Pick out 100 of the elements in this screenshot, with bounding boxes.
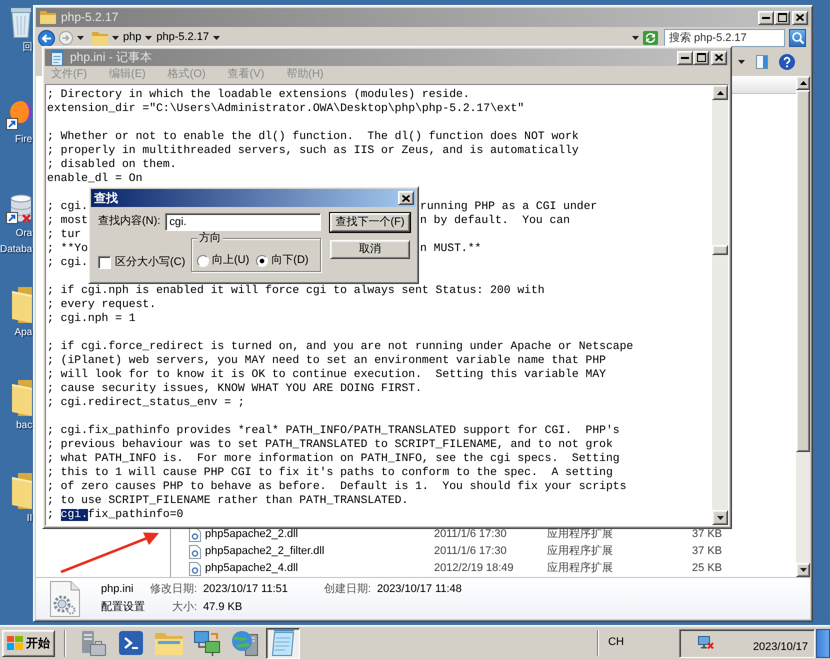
close-button[interactable] (711, 50, 727, 64)
text-line: ; (iPlanet) web servers, you MAY need to set an environment variable name that PHP (47, 355, 606, 367)
text-line: ; cgi. (47, 200, 88, 214)
dialog-title: 查找 (94, 190, 118, 206)
text-line: ; tur (47, 228, 82, 242)
checkbox[interactable] (98, 256, 111, 269)
find-field[interactable]: cgi. (165, 213, 321, 231)
desktop-icon-label: Databa (0, 243, 32, 256)
globe-server-icon (232, 630, 258, 656)
preview-pane-icon[interactable] (756, 54, 768, 68)
text-line: ; if cgi.force_redirect is turned on, and you are not running under Apache or Netscape (47, 341, 634, 353)
minimize-icon (762, 16, 770, 18)
scroll-down-button[interactable] (712, 510, 728, 525)
text-line: ; cgi. (47, 256, 88, 270)
radio-label[interactable]: 向上(U) (212, 254, 250, 268)
text-line: ; if cgi.nph is enabled it will force cgi to always sent Status: 200 with (47, 285, 545, 297)
group-label: 方向 (197, 231, 223, 245)
caret-icon[interactable] (112, 36, 119, 40)
file-date: 2011/1/6 17:30 (434, 528, 508, 542)
detail-value: 47.9 KB (202, 600, 244, 614)
help-icon[interactable] (779, 54, 795, 70)
file-name: php.ini (101, 583, 134, 596)
radio-button[interactable] (197, 254, 209, 266)
detail-value: 2023/10/17 11:51 (202, 583, 288, 596)
terminal-icon (119, 631, 143, 655)
file-type: 应用程序扩展 (547, 562, 614, 576)
desktop-icon-label: Ora (16, 227, 32, 240)
clock-date: 2023/10/17 (752, 641, 808, 654)
text-line: ; cgi.redirect_status_env = ; (47, 397, 245, 409)
language-indicator[interactable]: CH (608, 636, 624, 650)
database-shortcut-icon[interactable] (6, 194, 32, 224)
desktop-icon-label: Apa (14, 326, 32, 339)
network-icon[interactable] (698, 636, 714, 650)
caret-icon[interactable] (738, 60, 745, 64)
close-icon (715, 54, 723, 61)
text-line: ; this to 1 will cause PHP CGI to fix it's paths to conform to the spec. A setting (47, 467, 613, 479)
close-button[interactable] (398, 191, 414, 205)
text-line: extension_dir ="C:\Users\Administrator.OWA\Desktop\php\php-5.2.17\ext" (47, 103, 524, 115)
file-name[interactable]: php5apache2_2_filter.dll (205, 544, 434, 558)
caret-icon[interactable] (145, 36, 152, 40)
file-size: 37 KB (692, 544, 722, 558)
show-desktop-button[interactable] (816, 628, 830, 658)
text-line: ; to use SCRIPT_FILENAME rather than PATH_TRANSLATED. (47, 495, 408, 507)
notepad-icon (271, 630, 295, 656)
back-icon[interactable] (38, 30, 55, 46)
taskbar-button[interactable] (266, 628, 300, 658)
folder-icon[interactable] (12, 473, 32, 509)
scroll-up-button[interactable] (796, 76, 810, 90)
breadcrumb-item[interactable]: php-5.2.17 (156, 31, 209, 45)
text-line: ; cgi.fix_pathinfo=0 (47, 509, 184, 521)
up-arrow-icon (800, 81, 806, 85)
radio-label[interactable]: 向下(D) (271, 254, 309, 268)
text-line: n MUST.** (420, 242, 482, 256)
maximize-icon (778, 13, 786, 22)
desktop-icon-label: 回 (22, 41, 32, 54)
file-size: 25 KB (692, 562, 722, 576)
server-manager-icon (80, 630, 106, 656)
text-line: ; most (47, 214, 88, 228)
caret-icon[interactable] (212, 36, 220, 40)
desktop-icon-label: II (26, 512, 32, 525)
checkbox-label[interactable]: 区分大小写(C) (115, 256, 186, 269)
folder-icon (155, 631, 183, 655)
maximize-button[interactable] (693, 50, 709, 64)
text-line: ; what PATH_INFO is. For more information on PATH_INFO, see the cgi specs. Setting (47, 453, 620, 465)
cancel-button[interactable]: 取消 (330, 240, 410, 259)
minimize-button[interactable] (677, 50, 693, 64)
scrollbar-thumb[interactable] (712, 245, 728, 255)
close-icon (796, 14, 804, 21)
maximize-button[interactable] (774, 10, 790, 24)
recycle-bin-icon[interactable] (10, 8, 32, 38)
find-next-button[interactable]: 查找下一个(F) (330, 213, 410, 232)
browser-shortcut-icon[interactable] (6, 101, 32, 130)
down-arrow-icon (716, 516, 724, 520)
text-line: ; Directory in which the loadable extensions (modules) reside. (47, 89, 470, 101)
minimize-button[interactable] (758, 10, 774, 24)
caret-icon[interactable] (632, 36, 639, 40)
close-button[interactable] (792, 10, 808, 24)
file-date: 2012/2/19 18:49 (434, 562, 515, 576)
scrollbar-thumb[interactable] (796, 90, 810, 452)
caret-icon[interactable] (77, 36, 84, 40)
text-line: ; previous behaviour was to set PATH_TRANSLATED to SCRIPT_FILENAME, and to not grok (47, 439, 613, 451)
search-icon (792, 32, 804, 44)
radio-button[interactable] (256, 254, 268, 266)
refresh-icon[interactable] (643, 31, 658, 45)
text-line: ; **Yo (47, 242, 88, 256)
text-line: ; cgi.fix_pathinfo provides *real* PATH_INFO/PATH_TRANSLATED support for CGI. PHP's (47, 425, 620, 437)
scroll-up-button[interactable] (712, 85, 728, 100)
folder-icon[interactable] (12, 287, 32, 323)
breadcrumb-item[interactable]: php (123, 31, 142, 45)
file-name[interactable]: php5apache2_2.dll (205, 528, 434, 542)
file-name[interactable]: php5apache2_4.dll (205, 562, 434, 576)
folder-icon (40, 11, 56, 24)
start-button[interactable]: 开始 (2, 630, 55, 656)
search-field[interactable]: 搜索 php-5.2.17 (664, 29, 785, 47)
search-button[interactable] (789, 29, 806, 47)
desktop-icon-label: bac (16, 419, 32, 432)
down-arrow-icon (800, 568, 806, 572)
desktop-icon-label: Fire (15, 133, 32, 146)
folder-icon[interactable] (12, 380, 32, 416)
scroll-down-button[interactable] (796, 563, 810, 577)
